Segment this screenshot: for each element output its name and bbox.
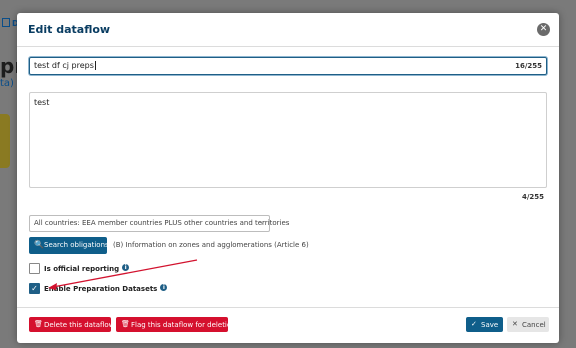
delete-dataflow-button[interactable]: 🗑 Delete this dataflow	[29, 317, 115, 332]
flag-for-deletion-button[interactable]: 🗑 Flag this dataflow for deletion	[116, 317, 236, 332]
background-card	[0, 114, 10, 168]
flag-label: Flag this dataflow for deletion	[131, 321, 236, 329]
trash-icon: 🗑	[34, 320, 43, 328]
close-icon: ✕	[512, 320, 518, 328]
check-icon: ✓	[471, 320, 477, 328]
background-subtitle: ta)	[0, 78, 14, 89]
arrow-line	[52, 259, 198, 288]
cancel-label: Cancel	[522, 321, 546, 329]
page-icon	[2, 18, 10, 27]
delete-label: Delete this dataflow	[44, 321, 115, 329]
save-button[interactable]: ✓ Save	[466, 317, 503, 332]
annotation-arrow	[48, 259, 198, 290]
edit-dataflow-dialog: Edit dataflow ✕ test df cj preps 16/255 …	[17, 13, 559, 343]
save-label: Save	[481, 321, 499, 329]
arrow-head	[48, 283, 57, 290]
dialog-footer: 🗑 Delete this dataflow 🗑 Flag this dataf…	[17, 307, 559, 343]
trash-icon: 🗑	[121, 320, 130, 328]
cancel-button[interactable]: ✕ Cancel	[507, 317, 549, 332]
